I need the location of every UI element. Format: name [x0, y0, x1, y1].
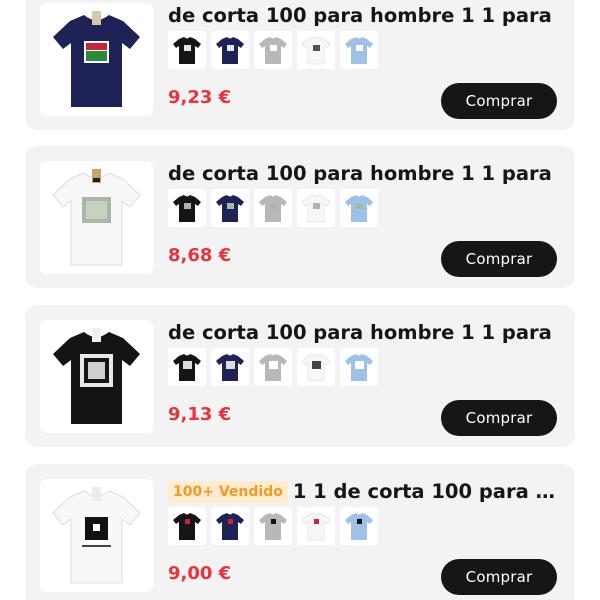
color-swatches [168, 31, 383, 69]
product-price: 9,23 € [168, 87, 232, 108]
product-title-text: de corta 100 para hombre 1 1 para [168, 4, 552, 27]
product-image[interactable] [40, 3, 153, 116]
swatch-navy[interactable] [211, 507, 249, 545]
swatch-grey[interactable] [254, 348, 292, 386]
product-card[interactable]: 100+ Vendido1 1 de corta 100 para hombre… [25, 464, 575, 600]
product-image[interactable] [40, 161, 153, 274]
product-card[interactable]: de corta 100 para hombre 1 1 para 9,23 €… [25, 0, 575, 130]
product-image[interactable] [40, 320, 153, 433]
product-card[interactable]: de corta 100 para hombre 1 1 para 8,68 €… [25, 146, 575, 288]
buy-button[interactable]: Comprar [441, 559, 557, 595]
swatch-navy[interactable] [211, 31, 249, 69]
color-swatches [168, 189, 383, 227]
product-card[interactable]: de corta 100 para hombre 1 1 para 9,13 €… [25, 305, 575, 447]
swatch-grey[interactable] [254, 507, 292, 545]
swatch-black[interactable] [168, 31, 206, 69]
swatch-black[interactable] [168, 189, 206, 227]
product-price: 9,13 € [168, 404, 232, 425]
color-swatches [168, 507, 383, 545]
product-title-text: de corta 100 para hombre 1 1 para [168, 162, 552, 185]
swatch-navy[interactable] [211, 348, 249, 386]
buy-button[interactable]: Comprar [441, 241, 557, 277]
swatch-white[interactable] [297, 348, 335, 386]
product-title[interactable]: de corta 100 para hombre 1 1 para [168, 2, 563, 30]
swatch-navy[interactable] [211, 189, 249, 227]
swatch-black[interactable] [168, 507, 206, 545]
product-title[interactable]: de corta 100 para hombre 1 1 para [168, 160, 563, 188]
product-price: 8,68 € [168, 245, 232, 266]
product-title-text: 1 1 de corta 100 para hombre 1 1 para [292, 480, 563, 503]
color-swatches [168, 348, 383, 386]
product-list: de corta 100 para hombre 1 1 para 9,23 €… [0, 0, 600, 600]
product-title[interactable]: de corta 100 para hombre 1 1 para [168, 319, 563, 347]
buy-button[interactable]: Comprar [441, 400, 557, 436]
swatch-white[interactable] [297, 507, 335, 545]
swatch-light-blue[interactable] [340, 507, 378, 545]
swatch-grey[interactable] [254, 189, 292, 227]
swatch-light-blue[interactable] [340, 348, 378, 386]
product-title[interactable]: 100+ Vendido1 1 de corta 100 para hombre… [168, 478, 563, 506]
product-image[interactable] [40, 479, 153, 592]
product-price: 9,00 € [168, 563, 232, 584]
swatch-light-blue[interactable] [340, 31, 378, 69]
swatch-grey[interactable] [254, 31, 292, 69]
swatch-white[interactable] [297, 189, 335, 227]
swatch-black[interactable] [168, 348, 206, 386]
buy-button[interactable]: Comprar [441, 83, 557, 119]
sold-badge: 100+ Vendido [168, 481, 288, 503]
swatch-light-blue[interactable] [340, 189, 378, 227]
product-title-text: de corta 100 para hombre 1 1 para [168, 321, 552, 344]
swatch-white[interactable] [297, 31, 335, 69]
